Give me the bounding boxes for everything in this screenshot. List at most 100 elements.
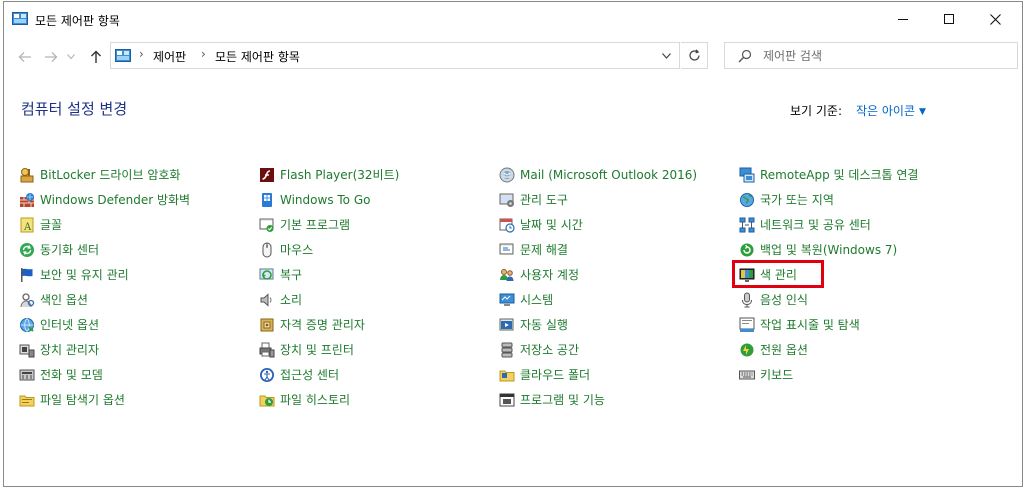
control-panel-item[interactable]: 마우스 (259, 240, 313, 260)
control-panel-item[interactable]: A 글꼴 (19, 215, 62, 235)
speaker-icon (260, 293, 272, 307)
forward-button[interactable] (40, 47, 62, 67)
control-panel-item[interactable]: 사용자 계정 (499, 265, 579, 285)
autoplay-icon (499, 318, 514, 331)
control-panel-item-label: 사용자 계정 (520, 268, 580, 282)
default-programs-icon (259, 218, 274, 232)
mouse-icon (262, 242, 272, 258)
recent-locations-button[interactable] (64, 47, 78, 67)
control-panel-item-label: 마우스 (280, 243, 314, 257)
control-panel-item[interactable]: 클라우드 폴더 (499, 365, 590, 385)
control-panel-item[interactable]: 자격 증명 관리자 (259, 315, 365, 335)
refresh-button[interactable] (681, 42, 708, 69)
control-panel-item[interactable]: Flash Player(32비트) (259, 165, 399, 185)
arrow-left-icon (18, 52, 31, 62)
mail-icon (499, 167, 515, 183)
control-panel-item[interactable]: 기본 프로그램 (259, 215, 350, 235)
control-panel-item[interactable]: 소리 (259, 290, 302, 310)
control-panel-item[interactable]: 작업 표시줄 및 탐색 (739, 315, 860, 335)
control-panel-item-label: 저장소 공간 (520, 343, 580, 357)
breadcrumb-all-items[interactable]: 모든 제어판 항목 (215, 48, 300, 65)
control-panel-item-label: 프로그램 및 기능 (520, 393, 605, 407)
search-box[interactable] (724, 42, 1018, 69)
font-icon: A (20, 217, 34, 233)
color-management-icon (739, 268, 755, 282)
accessibility-icon (260, 368, 274, 382)
control-panel-item[interactable]: 전원 옵션 (739, 340, 808, 360)
control-panel-item-label: 자동 실행 (520, 318, 568, 332)
microphone-icon (742, 292, 752, 308)
control-panel-item[interactable]: 색 관리 (739, 265, 797, 285)
clock-icon (499, 218, 515, 233)
maximize-icon (944, 14, 954, 24)
taskbar-icon (739, 317, 755, 332)
control-panel-item-label: 음성 인식 (760, 293, 808, 307)
internet-icon (20, 318, 34, 332)
view-by-dropdown[interactable]: 작은 아이콘 ▼ (856, 102, 926, 119)
control-panel-item[interactable]: 전화 및 모뎀 (19, 365, 103, 385)
indexing-icon (20, 293, 35, 308)
control-panel-item[interactable]: Mail (Microsoft Outlook 2016) (499, 165, 697, 185)
close-button[interactable] (972, 2, 1018, 36)
admin-tools-icon (499, 193, 514, 207)
control-panel-item-label: 네트워크 및 공유 센터 (760, 218, 871, 232)
address-bar[interactable]: › 제어판 › 모든 제어판 항목 (110, 42, 680, 69)
control-panel-item[interactable]: 국가 또는 지역 (739, 190, 834, 210)
control-panel-item-label: 색 관리 (760, 268, 797, 282)
back-button[interactable] (14, 47, 36, 67)
control-panel-item[interactable]: Windows Defender 방화벽 (19, 190, 190, 210)
programs-icon (499, 393, 515, 407)
control-panel-item-label: 백업 및 복원(Windows 7) (760, 243, 898, 257)
maximize-button[interactable] (926, 2, 972, 36)
control-panel-item[interactable]: 시스템 (499, 290, 553, 310)
control-panel-item[interactable]: RemoteApp 및 데스크톱 연결 (739, 165, 918, 185)
control-panel-item[interactable]: 동기화 센터 (19, 240, 99, 260)
control-panel-item[interactable]: 장치 및 프린터 (259, 340, 354, 360)
phone-icon (19, 369, 35, 381)
control-panel-item[interactable]: Windows To Go (259, 190, 370, 210)
control-panel-item[interactable]: 키보드 (739, 365, 793, 385)
control-panel-item[interactable]: 네트워크 및 공유 센터 (739, 215, 871, 235)
control-panel-item[interactable]: 보안 및 유지 관리 (19, 265, 129, 285)
svg-text:A: A (23, 222, 32, 233)
power-icon (740, 343, 754, 357)
refresh-icon (688, 49, 700, 61)
control-panel-item[interactable]: 날짜 및 시간 (499, 215, 583, 235)
minimize-button[interactable] (880, 2, 926, 36)
control-panel-item[interactable]: 인터넷 옵션 (19, 315, 99, 335)
recovery-icon (259, 268, 274, 280)
control-panel-item-label: 국가 또는 지역 (760, 193, 834, 207)
control-panel-item[interactable]: 접근성 센터 (259, 365, 339, 385)
control-panel-item-label: 장치 관리자 (40, 343, 100, 357)
control-panel-item[interactable]: 파일 히스토리 (259, 390, 350, 410)
remoteapp-icon (739, 167, 755, 183)
search-icon (738, 49, 752, 63)
control-panel-item[interactable]: 관리 도구 (499, 190, 568, 210)
keyboard-icon (739, 370, 755, 380)
firewall-icon (20, 193, 34, 207)
control-panel-item-label: 날짜 및 시간 (520, 218, 583, 232)
control-panel-item[interactable]: 백업 및 복원(Windows 7) (739, 240, 897, 260)
control-panel-item[interactable]: 파일 탐색기 옵션 (19, 390, 125, 410)
view-by-label: 보기 기준: (790, 104, 843, 118)
file-history-icon (259, 395, 275, 407)
control-panel-item[interactable]: 색인 옵션 (19, 290, 88, 310)
control-panel-item-label: Windows Defender 방화벽 (40, 193, 191, 207)
arrow-up-icon (91, 50, 101, 63)
search-input[interactable] (763, 47, 1003, 65)
control-panel-item[interactable]: 자동 실행 (499, 315, 568, 335)
control-panel-icon (12, 12, 28, 25)
control-panel-item[interactable]: 문제 해결 (499, 240, 568, 260)
control-panel-item[interactable]: 복구 (259, 265, 302, 285)
control-panel-item[interactable]: 음성 인식 (739, 290, 808, 310)
control-panel-item-label: 파일 탐색기 옵션 (40, 393, 125, 407)
address-dropdown-button[interactable] (653, 43, 679, 68)
control-panel-item[interactable]: BitLocker 드라이브 암호화 (19, 165, 180, 185)
control-panel-item[interactable]: 장치 관리자 (19, 340, 99, 360)
control-panel-item[interactable]: 프로그램 및 기능 (499, 390, 605, 410)
breadcrumb-control-panel[interactable]: 제어판 (153, 48, 186, 65)
up-button[interactable] (85, 47, 107, 67)
control-panel-icon (115, 49, 131, 62)
control-panel-item-label: 장치 및 프린터 (280, 343, 354, 357)
control-panel-item[interactable]: 저장소 공간 (499, 340, 579, 360)
